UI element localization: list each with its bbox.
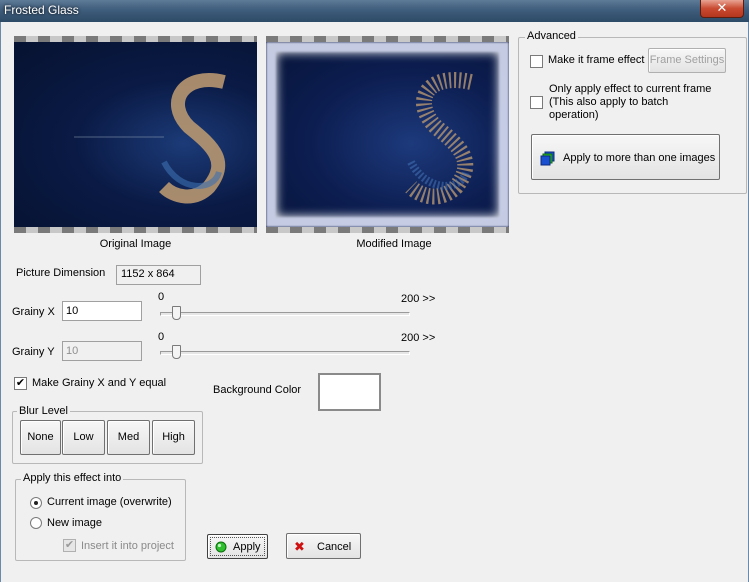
modified-image-caption: Modified Image: [356, 238, 432, 250]
checker-strip: [266, 227, 509, 233]
multiple-images-icon: [540, 151, 555, 166]
grainy-y-input[interactable]: [62, 341, 142, 361]
new-image-radio[interactable]: [30, 517, 42, 529]
grainy-x-slider-thumb[interactable]: [172, 306, 181, 320]
s-logo-original: [74, 73, 226, 204]
make-equal-label: Make Grainy X and Y equal: [32, 377, 167, 389]
grainy-y-slider-thumb[interactable]: [172, 345, 181, 359]
blur-level-legend: Blur Level: [17, 405, 70, 417]
modified-image-preview: [266, 36, 509, 233]
cancel-button[interactable]: ✖ Cancel: [286, 533, 361, 559]
apply-button[interactable]: Apply: [207, 534, 268, 559]
picture-dimension-label: Picture Dimension: [16, 267, 106, 279]
apply-into-legend: Apply this effect into: [21, 472, 124, 484]
green-dot-icon: [215, 541, 227, 553]
apply-to-multiple-label: Apply to more than one images: [563, 152, 716, 164]
background-color-swatch[interactable]: [318, 373, 381, 411]
cancel-label: Cancel: [317, 541, 352, 553]
frame-effect-checkbox[interactable]: [530, 55, 543, 68]
blur-low-button[interactable]: Low: [62, 420, 105, 455]
insert-into-project-checkbox[interactable]: ✔: [63, 539, 76, 552]
title-bar: Frosted Glass ✕: [0, 0, 749, 22]
apply-label: Apply: [233, 541, 261, 553]
only-current-frame-checkbox[interactable]: [530, 96, 543, 109]
frost-border: [266, 42, 509, 227]
blur-med-button[interactable]: Med: [107, 420, 150, 455]
close-button[interactable]: ✕: [700, 0, 744, 18]
current-image-label: Current image (overwrite): [47, 496, 172, 508]
grainy-x-min-label: 0: [158, 291, 165, 303]
grainy-y-max-label: 200 >>: [401, 332, 436, 344]
make-equal-checkbox[interactable]: ✔: [14, 377, 27, 390]
apply-to-multiple-button[interactable]: Apply to more than one images: [531, 134, 720, 180]
grainy-y-min-label: 0: [158, 331, 165, 343]
red-x-icon: ✖: [294, 539, 305, 554]
checker-strip: [14, 227, 257, 233]
frame-effect-label: Make it frame effect: [548, 54, 645, 66]
grainy-y-label: Grainy Y: [12, 346, 55, 358]
blur-none-button[interactable]: None: [20, 420, 61, 455]
grainy-x-input[interactable]: [62, 301, 142, 321]
advanced-legend: Advanced: [525, 30, 578, 42]
frame-settings-button[interactable]: Frame Settings: [648, 48, 726, 73]
grainy-x-max-label: 200 >>: [401, 293, 436, 305]
original-image-preview: [14, 36, 257, 233]
current-image-radio[interactable]: [30, 497, 42, 509]
background-color-label: Background Color: [213, 384, 302, 396]
grainy-y-slider-track[interactable]: [160, 351, 410, 355]
grainy-x-slider-track[interactable]: [160, 312, 410, 316]
original-image-caption: Original Image: [99, 238, 172, 250]
grainy-x-label: Grainy X: [12, 306, 55, 318]
blur-high-button[interactable]: High: [152, 420, 195, 455]
new-image-label: New image: [47, 517, 103, 529]
window-title: Frosted Glass: [4, 3, 79, 17]
picture-dimension-value: 1152 x 864: [116, 265, 201, 285]
only-current-frame-label: Only apply effect to current frame (This…: [549, 83, 712, 121]
insert-into-project-label: Insert it into project: [81, 540, 174, 552]
close-icon: ✕: [716, 0, 728, 15]
modified-image: [266, 42, 509, 227]
original-image: [14, 42, 257, 227]
